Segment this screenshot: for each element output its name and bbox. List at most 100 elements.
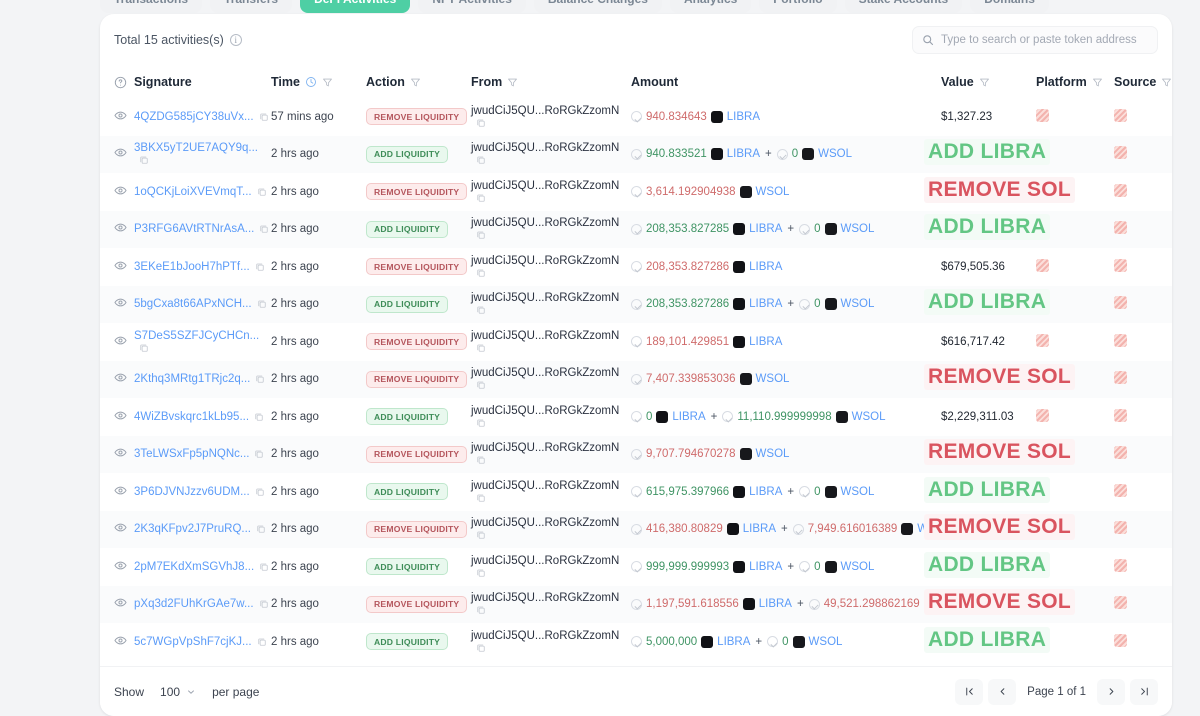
platform-logo-icon[interactable]: [1036, 633, 1049, 647]
table-row[interactable]: P3RFG6AVtRTNrAsA... 2 hrs ago ADD LIQUIDIT…: [100, 210, 1172, 248]
col-time[interactable]: Time: [271, 66, 366, 98]
signature-link[interactable]: 4QZDG585jCY38uVx...: [134, 111, 254, 123]
platform-logo-icon[interactable]: [1036, 596, 1049, 610]
token-symbol[interactable]: LIBRA: [749, 223, 782, 235]
source-logo-icon[interactable]: [1114, 408, 1127, 422]
token-symbol[interactable]: WSOL: [756, 448, 790, 460]
copy-signature-icon[interactable]: [255, 487, 265, 497]
last-page-icon[interactable]: [1130, 678, 1158, 705]
copy-address-icon[interactable]: [476, 568, 486, 578]
token-symbol[interactable]: WSOL: [841, 486, 875, 498]
signature-link[interactable]: 3P6DJVNJzzv6UDM...: [134, 486, 250, 498]
from-address[interactable]: jwudCiJ5QU...RoRGkZzomN: [471, 142, 619, 154]
platform-logo-icon[interactable]: [1036, 371, 1049, 385]
help-icon[interactable]: [114, 76, 134, 89]
platform-logo-icon[interactable]: [1036, 183, 1049, 197]
signature-link[interactable]: 3BKX5yT2UE7AQY9q...: [134, 142, 258, 154]
table-row[interactable]: 2K3qKFpv2J7PruRQ... 2 hrs ago REMOVE LIQUI…: [100, 510, 1172, 548]
token-symbol[interactable]: LIBRA: [717, 636, 750, 648]
source-logo-icon[interactable]: [1114, 296, 1127, 310]
view-details-icon[interactable]: [114, 596, 127, 609]
token-symbol[interactable]: LIBRA: [749, 561, 782, 573]
token-symbol[interactable]: LIBRA: [759, 598, 792, 610]
token-symbol[interactable]: LIBRA: [749, 298, 782, 310]
signature-link[interactable]: 1oQCKjLoiXVEVmqT...: [134, 186, 252, 198]
platform-logo-icon[interactable]: [1036, 446, 1049, 460]
token-symbol[interactable]: LIBRA: [672, 411, 705, 423]
token-symbol[interactable]: WSOL: [841, 223, 875, 235]
token-symbol[interactable]: WSOL: [809, 636, 843, 648]
view-details-icon[interactable]: [114, 371, 127, 384]
from-address[interactable]: jwudCiJ5QU...RoRGkZzomN: [471, 330, 619, 342]
signature-link[interactable]: S7DeS5SZFJCyCHCn...: [134, 330, 259, 342]
view-details-icon[interactable]: [114, 409, 127, 422]
copy-address-icon[interactable]: [476, 343, 486, 353]
from-address[interactable]: jwudCiJ5QU...RoRGkZzomN: [471, 255, 619, 267]
col-action[interactable]: Action: [366, 66, 471, 98]
token-symbol[interactable]: WSOL: [841, 561, 875, 573]
copy-address-icon[interactable]: [476, 643, 486, 653]
platform-logo-icon[interactable]: [1036, 146, 1049, 160]
table-row[interactable]: pXq3d2FUhKrGAe7w... 2 hrs ago REMOVE LIQUI…: [100, 585, 1172, 623]
copy-signature-icon[interactable]: [255, 262, 265, 272]
from-address[interactable]: jwudCiJ5QU...RoRGkZzomN: [471, 442, 619, 454]
copy-signature-icon[interactable]: [256, 524, 266, 534]
from-address[interactable]: jwudCiJ5QU...RoRGkZzomN: [471, 630, 619, 642]
search-input[interactable]: Type to search or paste token address: [912, 26, 1158, 54]
view-details-icon[interactable]: [114, 296, 127, 309]
view-details-icon[interactable]: [114, 446, 127, 459]
table-row[interactable]: 4QZDG585jCY38uVx... 57 mins ago REMOVE LIQ…: [100, 98, 1172, 136]
tab-defi-activities[interactable]: DeFi Activities: [300, 0, 411, 13]
account-tabs[interactable]: Transactions Transfers DeFi Activities NFT …: [100, 0, 1172, 14]
view-details-icon[interactable]: [114, 221, 127, 234]
tab-transactions[interactable]: Transactions: [100, 0, 203, 13]
token-symbol[interactable]: WSOL: [917, 523, 951, 535]
source-logo-icon[interactable]: [1114, 183, 1127, 197]
table-row[interactable]: 1oQCKjLoiXVEVmqT... 2 hrs ago REMOVE LIQUI…: [100, 173, 1172, 211]
platform-logo-icon[interactable]: [1036, 296, 1049, 310]
copy-address-icon[interactable]: [476, 380, 486, 390]
copy-signature-icon[interactable]: [254, 449, 264, 459]
source-logo-icon[interactable]: [1114, 446, 1127, 460]
table-row[interactable]: 3TeLWSxFp5pNQNc... 2 hrs ago REMOVE LIQUID…: [100, 435, 1172, 473]
col-from[interactable]: From: [471, 66, 631, 98]
col-value[interactable]: Value: [941, 66, 1036, 98]
view-details-icon[interactable]: [114, 146, 127, 159]
clock-icon[interactable]: [305, 76, 317, 88]
table-row[interactable]: 3BKX5yT2UE7AQY9q... 2 hrs ago ADD LIQUIDIT…: [100, 135, 1172, 173]
view-details-icon[interactable]: [114, 634, 127, 647]
view-details-icon[interactable]: [114, 559, 127, 572]
copy-address-icon[interactable]: [476, 305, 486, 315]
tab-portfolio[interactable]: Portfolio: [759, 0, 837, 13]
signature-link[interactable]: 5bgCxa8t66APxNCH...: [134, 298, 252, 310]
from-address[interactable]: jwudCiJ5QU...RoRGkZzomN: [471, 105, 619, 117]
from-address[interactable]: jwudCiJ5QU...RoRGkZzomN: [471, 217, 619, 229]
copy-signature-icon[interactable]: [259, 599, 269, 609]
token-symbol[interactable]: WSOL: [756, 186, 790, 198]
tab-stake-accounts[interactable]: Stake Accounts: [844, 0, 963, 13]
copy-address-icon[interactable]: [476, 193, 486, 203]
table-row[interactable]: S7DeS5SZFJCyCHCn... 2 hrs ago REMOVE LIQUI…: [100, 323, 1172, 361]
platform-logo-icon[interactable]: [1036, 221, 1049, 235]
copy-signature-icon[interactable]: [259, 562, 269, 572]
tab-balance-changes[interactable]: Balance Changes: [533, 0, 662, 13]
copy-signature-icon[interactable]: [139, 343, 149, 353]
from-address[interactable]: jwudCiJ5QU...RoRGkZzomN: [471, 292, 619, 304]
table-row[interactable]: 5c7WGpVpShF7cjKJ... 2 hrs ago ADD LIQUIDIT…: [100, 623, 1172, 661]
view-details-icon[interactable]: [114, 259, 127, 272]
signature-link[interactable]: 2pM7EKdXmSGVhJ8...: [134, 561, 254, 573]
signature-link[interactable]: 3EKeE1bJooH7hPTf...: [134, 261, 250, 273]
token-symbol[interactable]: LIBRA: [749, 486, 782, 498]
token-symbol[interactable]: LIBRA: [743, 523, 776, 535]
source-logo-icon[interactable]: [1114, 333, 1127, 347]
copy-address-icon[interactable]: [476, 605, 486, 615]
first-page-icon[interactable]: [955, 678, 984, 705]
platform-logo-icon[interactable]: [1036, 333, 1049, 347]
filter-icon[interactable]: [979, 77, 990, 88]
platform-logo-icon[interactable]: [1036, 258, 1049, 272]
copy-signature-icon[interactable]: [257, 299, 267, 309]
source-logo-icon[interactable]: [1114, 108, 1127, 122]
filter-icon[interactable]: [410, 77, 421, 88]
filter-icon[interactable]: [1161, 77, 1172, 88]
from-address[interactable]: jwudCiJ5QU...RoRGkZzomN: [471, 405, 619, 417]
